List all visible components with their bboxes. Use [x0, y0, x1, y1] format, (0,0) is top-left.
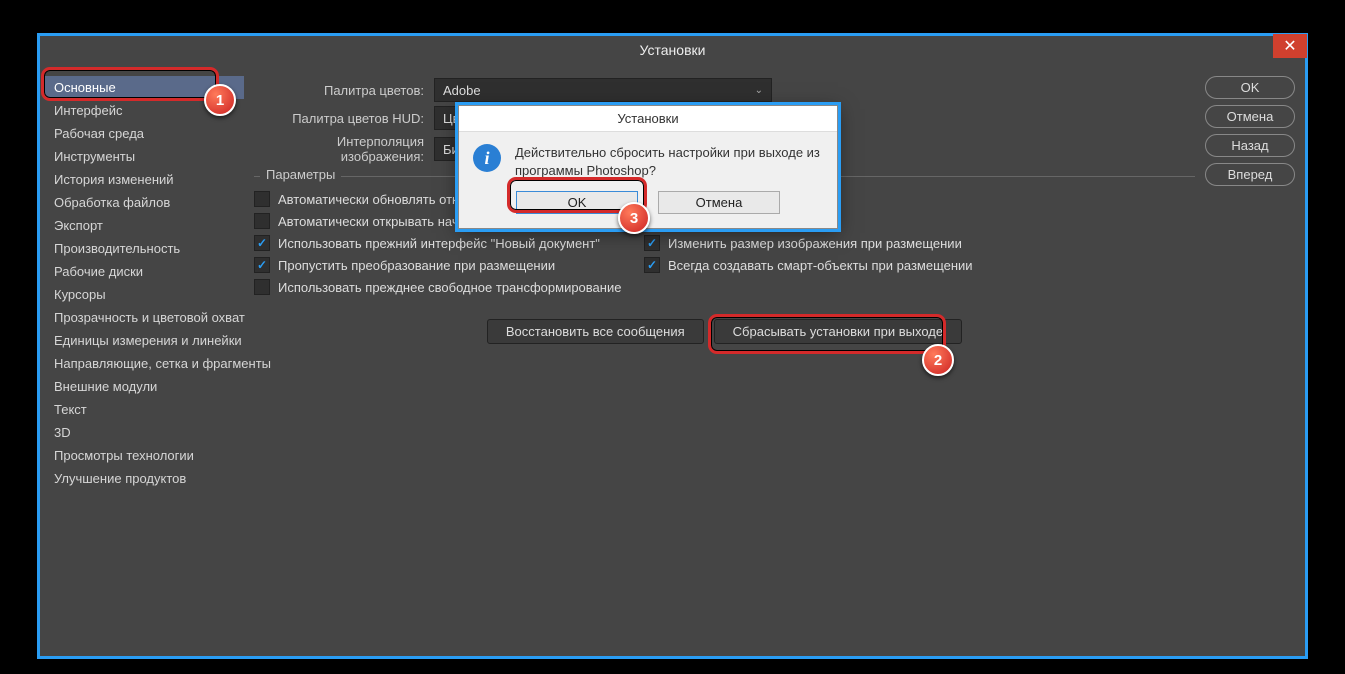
checkbox-skip-transform[interactable] [254, 257, 270, 273]
reset-on-quit-button[interactable]: Сбрасывать установки при выходе [714, 319, 962, 344]
sidebar-item-plugins[interactable]: Внешние модули [44, 375, 244, 398]
chevron-down-icon: ⌄ [755, 85, 763, 96]
forward-button[interactable]: Вперед [1205, 163, 1295, 186]
check-smart-objects-label: Всегда создавать смарт-объекты при разме… [668, 258, 973, 273]
window-title: Установки [640, 42, 706, 58]
sidebar-item-workspace[interactable]: Рабочая среда [44, 122, 244, 145]
dialog-text: Действительно сбросить настройки при вых… [515, 144, 823, 179]
select-color-picker[interactable]: Adobe ⌄ [434, 78, 772, 102]
select-interp-value: Би [443, 142, 459, 157]
sidebar-item-guides[interactable]: Направляющие, сетка и фрагменты [44, 352, 244, 375]
sidebar-item-performance[interactable]: Производительность [44, 237, 244, 260]
row-color-picker: Палитра цветов: Adobe ⌄ [254, 78, 1195, 102]
label-hud: Палитра цветов HUD: [254, 111, 434, 126]
sidebar-item-scratch[interactable]: Рабочие диски [44, 260, 244, 283]
check-resize-place[interactable]: Изменить размер изображения при размещен… [644, 235, 1195, 251]
select-color-picker-value: Adobe [443, 83, 481, 98]
sidebar-item-techpreview[interactable]: Просмотры технологии [44, 444, 244, 467]
check-legacy-freetransform-label: Использовать прежднее свободное трансфор… [278, 280, 621, 295]
sidebar-item-general[interactable]: Основные [44, 76, 244, 99]
checkbox-smart-objects[interactable] [644, 257, 660, 273]
checkbox-auto-update[interactable] [254, 191, 270, 207]
sidebar-item-product[interactable]: Улучшение продуктов [44, 467, 244, 490]
ok-button[interactable]: OK [1205, 76, 1295, 99]
check-skip-transform[interactable]: Пропустить преобразование при размещении [254, 257, 634, 273]
right-buttons: OK Отмена Назад Вперед [1205, 74, 1295, 646]
dialog-title: Установки [459, 106, 837, 132]
sidebar-item-cursors[interactable]: Курсоры [44, 283, 244, 306]
label-color-picker: Палитра цветов: [254, 83, 434, 98]
dialog-cancel-button[interactable]: Отмена [658, 191, 780, 214]
close-button[interactable]: ✕ [1273, 34, 1307, 58]
checkbox-resize-place[interactable] [644, 235, 660, 251]
check-legacy-freetransform[interactable]: Использовать прежднее свободное трансфор… [254, 279, 634, 295]
info-icon: i [473, 144, 501, 172]
checkbox-auto-open[interactable] [254, 213, 270, 229]
fieldset-legend: Параметры [260, 167, 341, 182]
sidebar-item-filehandle[interactable]: Обработка файлов [44, 191, 244, 214]
label-interp: Интерполяция изображения: [254, 134, 434, 164]
main-button-row: Восстановить все сообщения Сбрасывать ус… [254, 319, 1195, 344]
check-auto-open-label: Автоматически открывать нач [278, 214, 459, 229]
check-skip-transform-label: Пропустить преобразование при размещении [278, 258, 555, 273]
check-legacy-newdoc-label: Использовать прежний интерфейс "Новый до… [278, 236, 600, 251]
sidebar-item-type[interactable]: Текст [44, 398, 244, 421]
back-button[interactable]: Назад [1205, 134, 1295, 157]
dialog-body: i Действительно сбросить настройки при в… [459, 132, 837, 185]
dialog-ok-button[interactable]: OK [516, 191, 638, 214]
restore-messages-button[interactable]: Восстановить все сообщения [487, 319, 704, 344]
sidebar-item-interface[interactable]: Интерфейс [44, 99, 244, 122]
sidebar: Основные Интерфейс Рабочая среда Инструм… [44, 74, 244, 646]
titlebar: Установки ✕ [40, 36, 1305, 64]
close-icon: ✕ [1283, 36, 1296, 56]
check-smart-objects[interactable]: Всегда создавать смарт-объекты при разме… [644, 257, 1195, 273]
sidebar-item-units[interactable]: Единицы измерения и линейки [44, 329, 244, 352]
check-resize-place-label: Изменить размер изображения при размещен… [668, 236, 962, 251]
check-legacy-newdoc[interactable]: Использовать прежний интерфейс "Новый до… [254, 235, 634, 251]
confirm-reset-dialog: Установки i Действительно сбросить настр… [458, 105, 838, 229]
dialog-buttons: OK Отмена [459, 185, 837, 228]
sidebar-item-export[interactable]: Экспорт [44, 214, 244, 237]
checkbox-legacy-freetransform[interactable] [254, 279, 270, 295]
sidebar-item-tools[interactable]: Инструменты [44, 145, 244, 168]
check-auto-update-label: Автоматически обновлять откр [278, 192, 465, 207]
sidebar-item-3d[interactable]: 3D [44, 421, 244, 444]
sidebar-item-transparency[interactable]: Прозрачность и цветовой охват [44, 306, 244, 329]
sidebar-item-history[interactable]: История изменений [44, 168, 244, 191]
checkbox-legacy-newdoc[interactable] [254, 235, 270, 251]
cancel-button[interactable]: Отмена [1205, 105, 1295, 128]
